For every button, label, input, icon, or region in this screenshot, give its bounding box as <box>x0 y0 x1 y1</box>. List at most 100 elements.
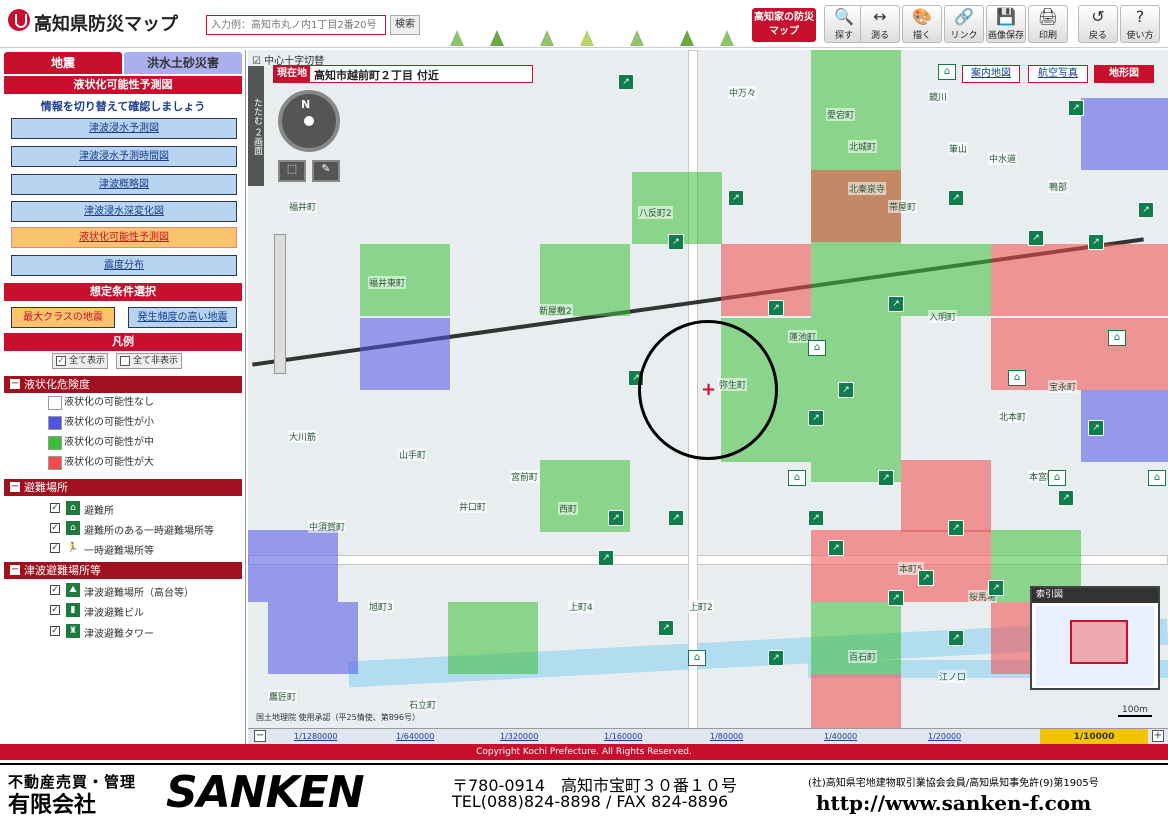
shelter-temp-checkbox[interactable]: ✓ <box>50 523 60 533</box>
menu-tsunami-inundation[interactable]: 津波浸水予測図 <box>11 118 237 139</box>
toolbar-button-3[interactable]: 🔗 リンク <box>944 5 984 43</box>
tsunami-shelter-icon[interactable]: ↗ <box>808 510 824 526</box>
tsunami-shelter-icon[interactable]: ↗ <box>838 382 854 398</box>
tsunami-shelter-icon[interactable]: ↗ <box>918 570 934 586</box>
menu-tsunami-inundation-time[interactable]: 津波浸水予測時間図 <box>11 146 237 167</box>
toolbar-button-6[interactable]: ↺ 戻る <box>1078 5 1118 43</box>
tsunami-evac-category[interactable]: 津波避難場所等 <box>4 562 242 579</box>
tsunami-shelter-icon[interactable]: ↗ <box>608 510 624 526</box>
tsunami-shelter-icon[interactable]: ↗ <box>598 550 614 566</box>
liquefaction-cell <box>811 602 901 674</box>
menu-tsunami-outline[interactable]: 津波概略図 <box>11 174 237 195</box>
tsunami-shelter-icon[interactable]: ↗ <box>1088 420 1104 436</box>
toolbar-button-7[interactable]: ? 使い方 <box>1120 5 1160 43</box>
evacuation-category[interactable]: 避難場所 <box>4 479 242 496</box>
tsunami-shelter-icon[interactable]: ⌂ <box>688 650 706 666</box>
tsunami-shelter-icon[interactable]: ↗ <box>1058 490 1074 506</box>
tsunami-shelter-icon[interactable]: ⌂ <box>938 64 956 80</box>
tsunami-shelter-icon[interactable]: ⌂ <box>788 470 806 486</box>
tsunami-building-checkbox[interactable]: ✓ <box>50 605 60 615</box>
hide-all-button[interactable]: 全て非表示 <box>116 353 182 369</box>
address-search-input[interactable] <box>206 15 386 35</box>
tab-earthquake[interactable]: 地震 <box>4 52 122 74</box>
toolbar-label: 画像保存 <box>987 31 1024 41</box>
zoom-slider[interactable] <box>274 234 286 374</box>
tsunami-shelter-icon[interactable]: ↗ <box>948 190 964 206</box>
tsunami-shelter-icon[interactable]: ↗ <box>988 580 1004 596</box>
banner-url[interactable]: http://www.sanken-f.com <box>816 791 1091 815</box>
shelter-temp-label: 避難所のある一時避難場所等 <box>84 526 214 537</box>
toolbar-button-2[interactable]: 🎨 描く <box>902 5 942 43</box>
zoom-level-3[interactable]: 1/160000 <box>604 730 642 744</box>
zoom-level-6[interactable]: 1/20000 <box>928 730 961 744</box>
zoom-level-5[interactable]: 1/40000 <box>824 730 857 744</box>
tsunami-shelter-icon[interactable]: ↗ <box>728 190 744 206</box>
liquefaction-cell <box>248 530 338 602</box>
header-bar: 高知県防災マップ 検索 高知家の防災マップ 🔍 探す ↔ 測る 🎨 描く 🔗 リンク 💾 画像保存… <box>0 0 1168 48</box>
liquefaction-category[interactable]: 液状化危険度 <box>4 376 242 393</box>
tsunami-shelter-icon[interactable]: ↗ <box>828 540 844 556</box>
menu-tsunami-depth-change[interactable]: 津波浸水深変化図 <box>11 201 237 222</box>
box-select-icon[interactable]: ⬚ <box>278 160 306 182</box>
search-button[interactable]: 検索 <box>390 15 420 35</box>
tsunami-shelter-icon[interactable]: ↗ <box>658 620 674 636</box>
tsunami-shelter-icon[interactable]: ↗ <box>888 296 904 312</box>
tsunami-shelter-icon[interactable]: ↗ <box>948 630 964 646</box>
tsunami-shelter-icon[interactable]: ⌂ <box>1008 370 1026 386</box>
map-type-terrain[interactable]: 地形図 <box>1094 65 1154 83</box>
kochi-bousai-map-button[interactable]: 高知家の防災マップ <box>752 8 816 42</box>
toolbar-button-1[interactable]: ↔ 測る <box>860 5 900 43</box>
tsunami-shelter-icon[interactable]: ⌂ <box>808 340 826 356</box>
tsunami-shelter-icon[interactable]: ↗ <box>668 234 684 250</box>
toolbar-button-4[interactable]: 💾 画像保存 <box>986 5 1026 43</box>
zoom-level-0[interactable]: 1/1280000 <box>294 730 337 744</box>
tsunami-shelter-icon[interactable]: ↗ <box>768 650 784 666</box>
tsunami-shelter-icon[interactable]: ↗ <box>768 300 784 316</box>
zoom-out-icon[interactable]: − <box>254 730 266 742</box>
tsunami-shelter-icon[interactable]: ⌂ <box>1148 470 1166 486</box>
tsunami-shelter-icon[interactable]: ⌂ <box>1108 330 1126 346</box>
collapse-panel-button[interactable]: たたむ ２画面 <box>248 66 264 186</box>
back-icon: ↺ <box>1091 7 1105 26</box>
tsunami-shelter-icon[interactable]: ↗ <box>1138 202 1154 218</box>
map-type-guide[interactable]: 案内地図 <box>962 65 1020 83</box>
tsunami-tower-checkbox[interactable]: ✓ <box>50 626 60 636</box>
menu-liquefaction[interactable]: 液状化可能性予測図 <box>11 227 237 248</box>
index-map[interactable]: 索引図 <box>1030 586 1160 690</box>
tsunami-shelter-icon[interactable]: ↗ <box>888 590 904 606</box>
legend-high: 液状化の可能性が大 <box>30 454 154 472</box>
tsunami-shelter-icon[interactable]: ↗ <box>808 410 824 426</box>
map-canvas[interactable]: 福井東町 新屋敷2 八反町2 愛宕町 中水道 福井町 北秦泉寺 中万々 北城町 山手町 宮前町 西町 井… <box>248 50 1168 730</box>
show-all-button[interactable]: ✓ 全て表示 <box>52 353 108 369</box>
temp-evac-checkbox[interactable]: ✓ <box>50 543 60 553</box>
index-map-viewport[interactable] <box>1070 620 1128 664</box>
zoom-level-active[interactable]: 1/10000 <box>1040 729 1148 745</box>
tsunami-shelter-icon[interactable]: ↗ <box>618 74 634 90</box>
toolbar-button-0[interactable]: 🔍 探す <box>824 5 864 43</box>
tsunami-shelter-icon[interactable]: ⌂ <box>1048 470 1066 486</box>
menu-seismic-intensity[interactable]: 震度分布 <box>11 255 237 276</box>
tsunami-highground-checkbox[interactable]: ✓ <box>50 585 60 595</box>
toolbar-button-5[interactable]: 🖨 印刷 <box>1028 5 1068 43</box>
pan-control[interactable]: N <box>278 90 340 152</box>
zoom-in-icon[interactable]: + <box>1152 730 1164 742</box>
condition-max-class[interactable]: 最大クラスの地震 <box>11 307 115 328</box>
toolbar-label: 使い方 <box>1126 31 1154 41</box>
zoom-level-4[interactable]: 1/80000 <box>710 730 743 744</box>
draw-tool-icon[interactable]: ✎ <box>312 160 340 182</box>
condition-high-frequency[interactable]: 発生頻度の高い地震 <box>128 307 237 328</box>
tab-flood-landslide[interactable]: 洪水土砂災害 <box>124 52 242 74</box>
shelter-temp-icon: ⌂ <box>66 521 80 535</box>
tsunami-shelter-icon[interactable]: ↗ <box>1088 234 1104 250</box>
map-type-aerial[interactable]: 航空写真 <box>1028 65 1088 83</box>
zoom-level-1[interactable]: 1/640000 <box>396 730 434 744</box>
place-name: 百石町 <box>848 650 878 663</box>
tsunami-shelter-icon[interactable]: ↗ <box>948 520 964 536</box>
zoom-level-2[interactable]: 1/320000 <box>500 730 538 744</box>
tsunami-shelter-icon[interactable]: ↗ <box>1068 100 1084 116</box>
tsunami-shelter-icon[interactable]: ↗ <box>668 510 684 526</box>
shelter-checkbox[interactable]: ✓ <box>50 503 60 513</box>
tsunami-shelter-icon[interactable]: ↗ <box>878 470 894 486</box>
copyright: Copyright Kochi Prefecture. All Rights R… <box>0 744 1168 760</box>
tsunami-shelter-icon[interactable]: ↗ <box>1028 230 1044 246</box>
